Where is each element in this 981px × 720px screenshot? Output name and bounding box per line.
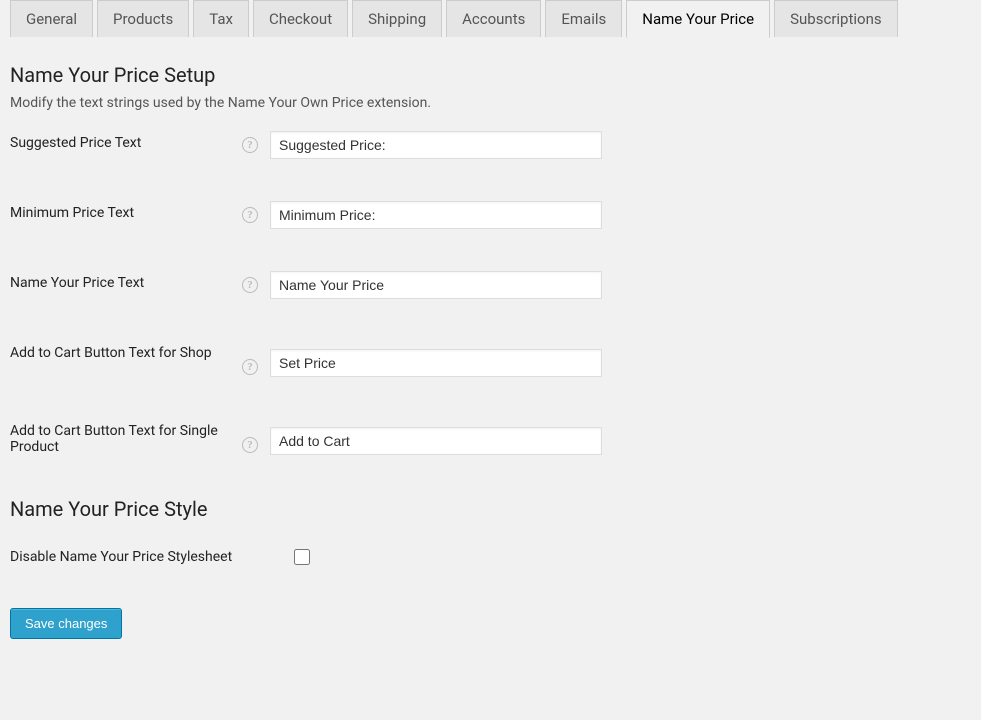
- input-add-to-cart-single[interactable]: [270, 427, 602, 455]
- tab-shipping[interactable]: Shipping: [352, 0, 442, 37]
- section-heading-style: Name Your Price Style: [10, 497, 971, 521]
- label-add-to-cart-shop: Add to Cart Button Text for Shop: [10, 341, 230, 361]
- tab-subscriptions[interactable]: Subscriptions: [774, 0, 897, 37]
- settings-tabs: General Products Tax Checkout Shipping A…: [10, 0, 981, 37]
- tab-emails[interactable]: Emails: [545, 0, 622, 37]
- checkbox-disable-stylesheet[interactable]: [294, 549, 310, 565]
- help-icon[interactable]: ?: [242, 437, 258, 453]
- input-suggested-price[interactable]: [270, 131, 602, 159]
- section-heading-setup: Name Your Price Setup: [10, 63, 971, 87]
- tab-accounts[interactable]: Accounts: [446, 0, 541, 37]
- help-icon[interactable]: ?: [242, 277, 258, 293]
- input-add-to-cart-shop[interactable]: [270, 349, 602, 377]
- tab-general[interactable]: General: [10, 0, 93, 37]
- save-button[interactable]: Save changes: [10, 608, 122, 639]
- input-name-your-price[interactable]: [270, 271, 602, 299]
- tab-tax[interactable]: Tax: [193, 0, 249, 37]
- label-suggested-price: Suggested Price Text: [10, 131, 230, 151]
- label-minimum-price: Minimum Price Text: [10, 201, 230, 221]
- help-icon[interactable]: ?: [242, 137, 258, 153]
- section-description: Modify the text strings used by the Name…: [10, 95, 971, 111]
- help-icon[interactable]: ?: [242, 207, 258, 223]
- input-minimum-price[interactable]: [270, 201, 602, 229]
- tab-products[interactable]: Products: [97, 0, 189, 37]
- tab-checkout[interactable]: Checkout: [253, 0, 348, 37]
- help-icon[interactable]: ?: [242, 359, 258, 375]
- label-disable-stylesheet: Disable Name Your Price Stylesheet: [10, 549, 290, 565]
- tab-name-your-price[interactable]: Name Your Price: [626, 0, 770, 38]
- label-name-your-price: Name Your Price Text: [10, 271, 230, 291]
- label-add-to-cart-single: Add to Cart Button Text for Single Produ…: [10, 419, 230, 455]
